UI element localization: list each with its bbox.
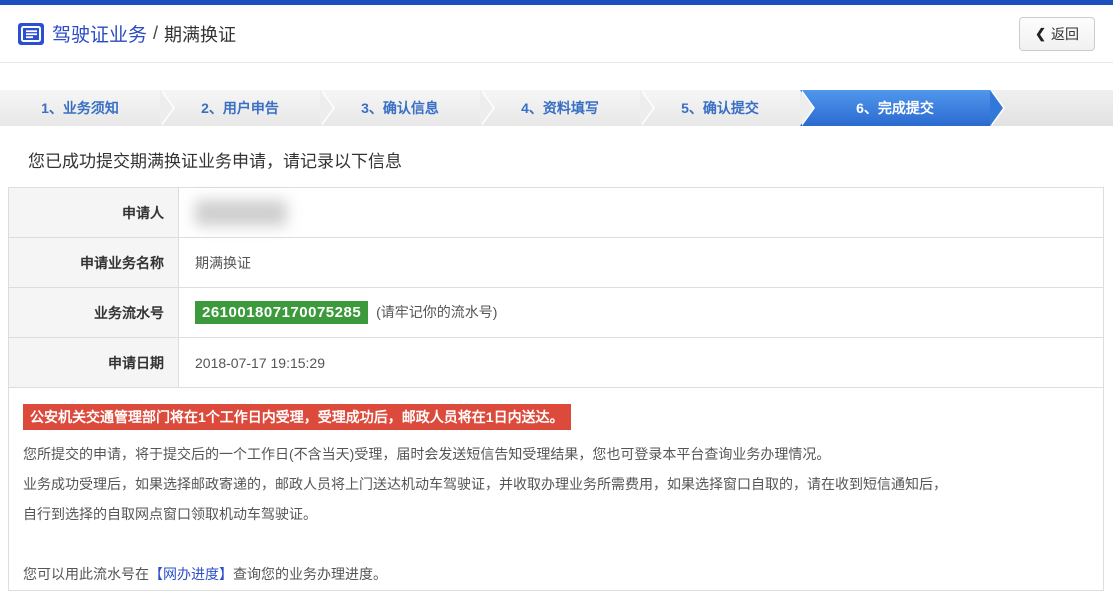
table-row-applicant: 申请人 — [9, 188, 1104, 238]
progress-suffix: 查询您的业务办理进度。 — [233, 566, 387, 582]
step-3-confirm-info: 3、确认信息 — [320, 90, 480, 126]
license-service-list-icon — [18, 23, 44, 45]
row-label: 申请日期 — [9, 338, 179, 388]
step-label: 2、用户申告 — [201, 100, 279, 116]
step-label: 6、完成提交 — [856, 100, 934, 116]
page-title: 期满换证 — [164, 21, 236, 47]
table-row-service-name: 申请业务名称 期满换证 — [9, 238, 1104, 288]
applicant-name-redacted — [195, 200, 287, 226]
step-6-complete-active: 6、完成提交 — [800, 90, 990, 126]
step-5-confirm-submit: 5、确认提交 — [640, 90, 800, 126]
step-bar-filler — [990, 90, 1113, 126]
notice-panel: 公安机关交通管理部门将在1个工作日内受理，受理成功后，邮政人员将在1日内送达。 … — [8, 387, 1104, 591]
row-label: 申请业务名称 — [9, 238, 179, 288]
application-info-table: 申请人 申请业务名称 期满换证 业务流水号 261001807170075285… — [8, 187, 1104, 388]
notice-paragraph: 您所提交的申请，将于提交后的一个工作日(不含当天)受理，届时会发送短信告知受理结… — [23, 439, 1089, 469]
step-label: 3、确认信息 — [361, 100, 439, 116]
notice-paragraph: 业务成功受理后，如果选择邮政寄递的，邮政人员将上门送达机动车驾驶证，并收取办理业… — [23, 469, 1089, 499]
chevron-left-icon: ❮ — [1035, 26, 1046, 42]
table-row-apply-date: 申请日期 2018-07-17 19:15:29 — [9, 338, 1104, 388]
title-separator: / — [153, 23, 158, 44]
step-2-declaration: 2、用户申告 — [160, 90, 320, 126]
step-1-notice: 1、业务须知 — [0, 90, 160, 126]
row-value: 期满换证 — [179, 238, 1104, 288]
row-value: 261001807170075285 (请牢记你的流水号) — [179, 288, 1104, 338]
row-value: 2018-07-17 19:15:29 — [179, 338, 1104, 388]
progress-prefix: 您可以用此流水号在 — [23, 566, 149, 582]
progress-status-link[interactable]: 【网办进度】 — [149, 566, 233, 582]
step-label: 5、确认提交 — [681, 100, 759, 116]
table-row-serial-number: 业务流水号 261001807170075285 (请牢记你的流水号) — [9, 288, 1104, 338]
step-label: 1、业务须知 — [41, 100, 119, 116]
section-title: 驾驶证业务 — [52, 20, 147, 47]
row-value — [179, 188, 1104, 238]
progress-query-line: 您可以用此流水号在【网办进度】查询您的业务办理进度。 — [23, 559, 1089, 589]
back-button-label: 返回 — [1051, 24, 1079, 44]
serial-number-note: (请牢记你的流水号) — [376, 304, 497, 320]
serial-number-badge: 261001807170075285 — [195, 301, 368, 324]
wizard-step-bar: 1、业务须知 2、用户申告 3、确认信息 4、资料填写 5、确认提交 6、完成提… — [0, 90, 1113, 126]
success-heading: 您已成功提交期满换证业务申请，请记录以下信息 — [28, 147, 1085, 172]
step-label: 4、资料填写 — [521, 100, 599, 116]
back-button[interactable]: ❮ 返回 — [1019, 17, 1095, 51]
step-4-fill-data: 4、资料填写 — [480, 90, 640, 126]
row-label: 业务流水号 — [9, 288, 179, 338]
alert-banner: 公安机关交通管理部门将在1个工作日内受理，受理成功后，邮政人员将在1日内送达。 — [23, 404, 571, 430]
page-header: 驾驶证业务 / 期满换证 ❮ 返回 — [0, 5, 1113, 63]
notice-paragraph: 自行到选择的自取网点窗口领取机动车驾驶证。 — [23, 499, 1089, 529]
row-label: 申请人 — [9, 188, 179, 238]
